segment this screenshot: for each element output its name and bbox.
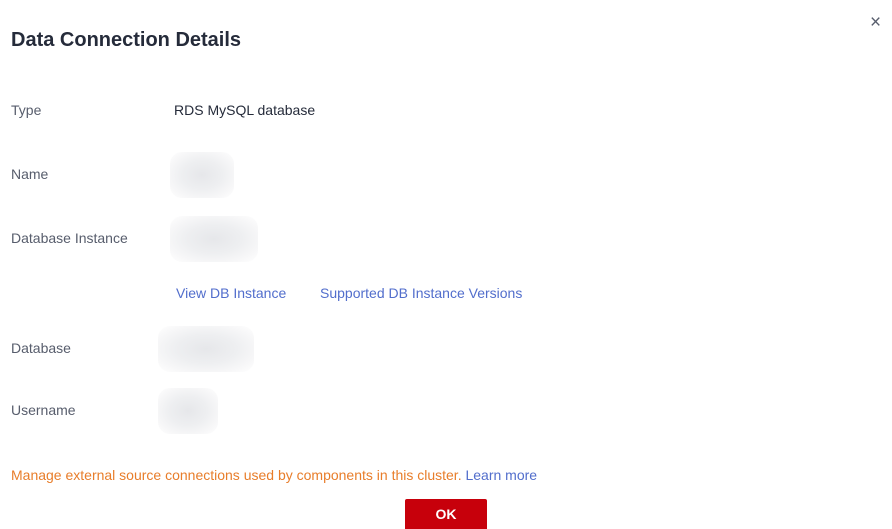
notice-text: Manage external source connections used … (11, 467, 462, 483)
name-value-redacted (170, 152, 234, 198)
learn-more-link[interactable]: Learn more (465, 467, 537, 483)
database-instance-label: Database Instance (11, 230, 128, 246)
type-value: RDS MySQL database (174, 102, 316, 118)
database-value-redacted (158, 326, 254, 372)
type-label: Type (11, 102, 42, 118)
view-db-instance-link[interactable]: View DB Instance (176, 285, 286, 301)
database-label: Database (11, 340, 71, 356)
ok-button[interactable]: OK (405, 499, 487, 529)
external-connections-notice: Manage external source connections used … (11, 467, 537, 483)
database-instance-value-redacted (170, 216, 258, 262)
dialog-title: Data Connection Details (11, 29, 242, 51)
supported-db-versions-link[interactable]: Supported DB Instance Versions (320, 285, 522, 301)
username-label: Username (11, 402, 76, 418)
name-label: Name (11, 166, 49, 182)
close-icon[interactable]: × (870, 12, 892, 34)
data-connection-details-dialog: × Data Connection Details Type RDS MySQL… (0, 0, 892, 529)
username-value-redacted (158, 388, 218, 434)
